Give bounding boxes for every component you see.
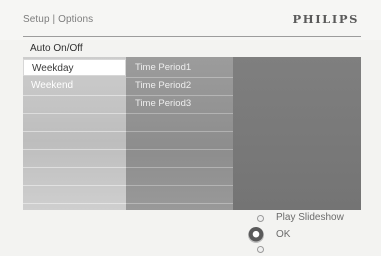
breadcrumb: Setup | Options xyxy=(23,14,94,25)
row-divider xyxy=(126,203,233,204)
menu-item-time-period2[interactable]: Time Period2 xyxy=(126,77,233,94)
photo-frame-screen: Setup | Options PHILIPS Auto On/Off Week… xyxy=(0,0,381,256)
menu-item-time-period1[interactable]: Time Period1 xyxy=(126,59,233,76)
menu-panel: Weekday Weekend Time Period1 Time Period… xyxy=(23,57,361,210)
menu-column-empty xyxy=(233,57,361,210)
up-button-icon[interactable] xyxy=(257,215,264,222)
row-divider xyxy=(126,131,233,132)
row-divider xyxy=(23,131,126,132)
row-divider xyxy=(23,185,126,186)
down-button-icon[interactable] xyxy=(257,246,264,253)
row-divider xyxy=(126,95,233,96)
row-divider xyxy=(23,95,126,96)
menu-column-days: Weekday Weekend xyxy=(23,57,126,210)
row-divider xyxy=(126,113,233,114)
menu-column-time-periods: Time Period1 Time Period2 Time Period3 xyxy=(126,57,233,210)
menu-item-time-period3[interactable]: Time Period3 xyxy=(126,95,233,112)
menu-item-weekday[interactable]: Weekday xyxy=(23,59,126,76)
row-divider xyxy=(23,113,126,114)
row-divider xyxy=(126,185,233,186)
header-divider xyxy=(23,36,361,37)
brand-logo: PHILIPS xyxy=(292,12,359,26)
section-title: Auto On/Off xyxy=(30,43,83,54)
row-divider xyxy=(23,167,126,168)
menu-item-weekend[interactable]: Weekend xyxy=(23,77,126,94)
header: Setup | Options PHILIPS xyxy=(0,0,381,40)
up-button-label: Play Slideshow xyxy=(276,212,344,223)
row-divider xyxy=(126,149,233,150)
row-divider xyxy=(23,149,126,150)
row-divider xyxy=(23,203,126,204)
ok-button-icon[interactable] xyxy=(248,227,264,243)
row-divider xyxy=(126,167,233,168)
ok-button-label: OK xyxy=(276,229,291,240)
row-divider xyxy=(126,77,233,78)
